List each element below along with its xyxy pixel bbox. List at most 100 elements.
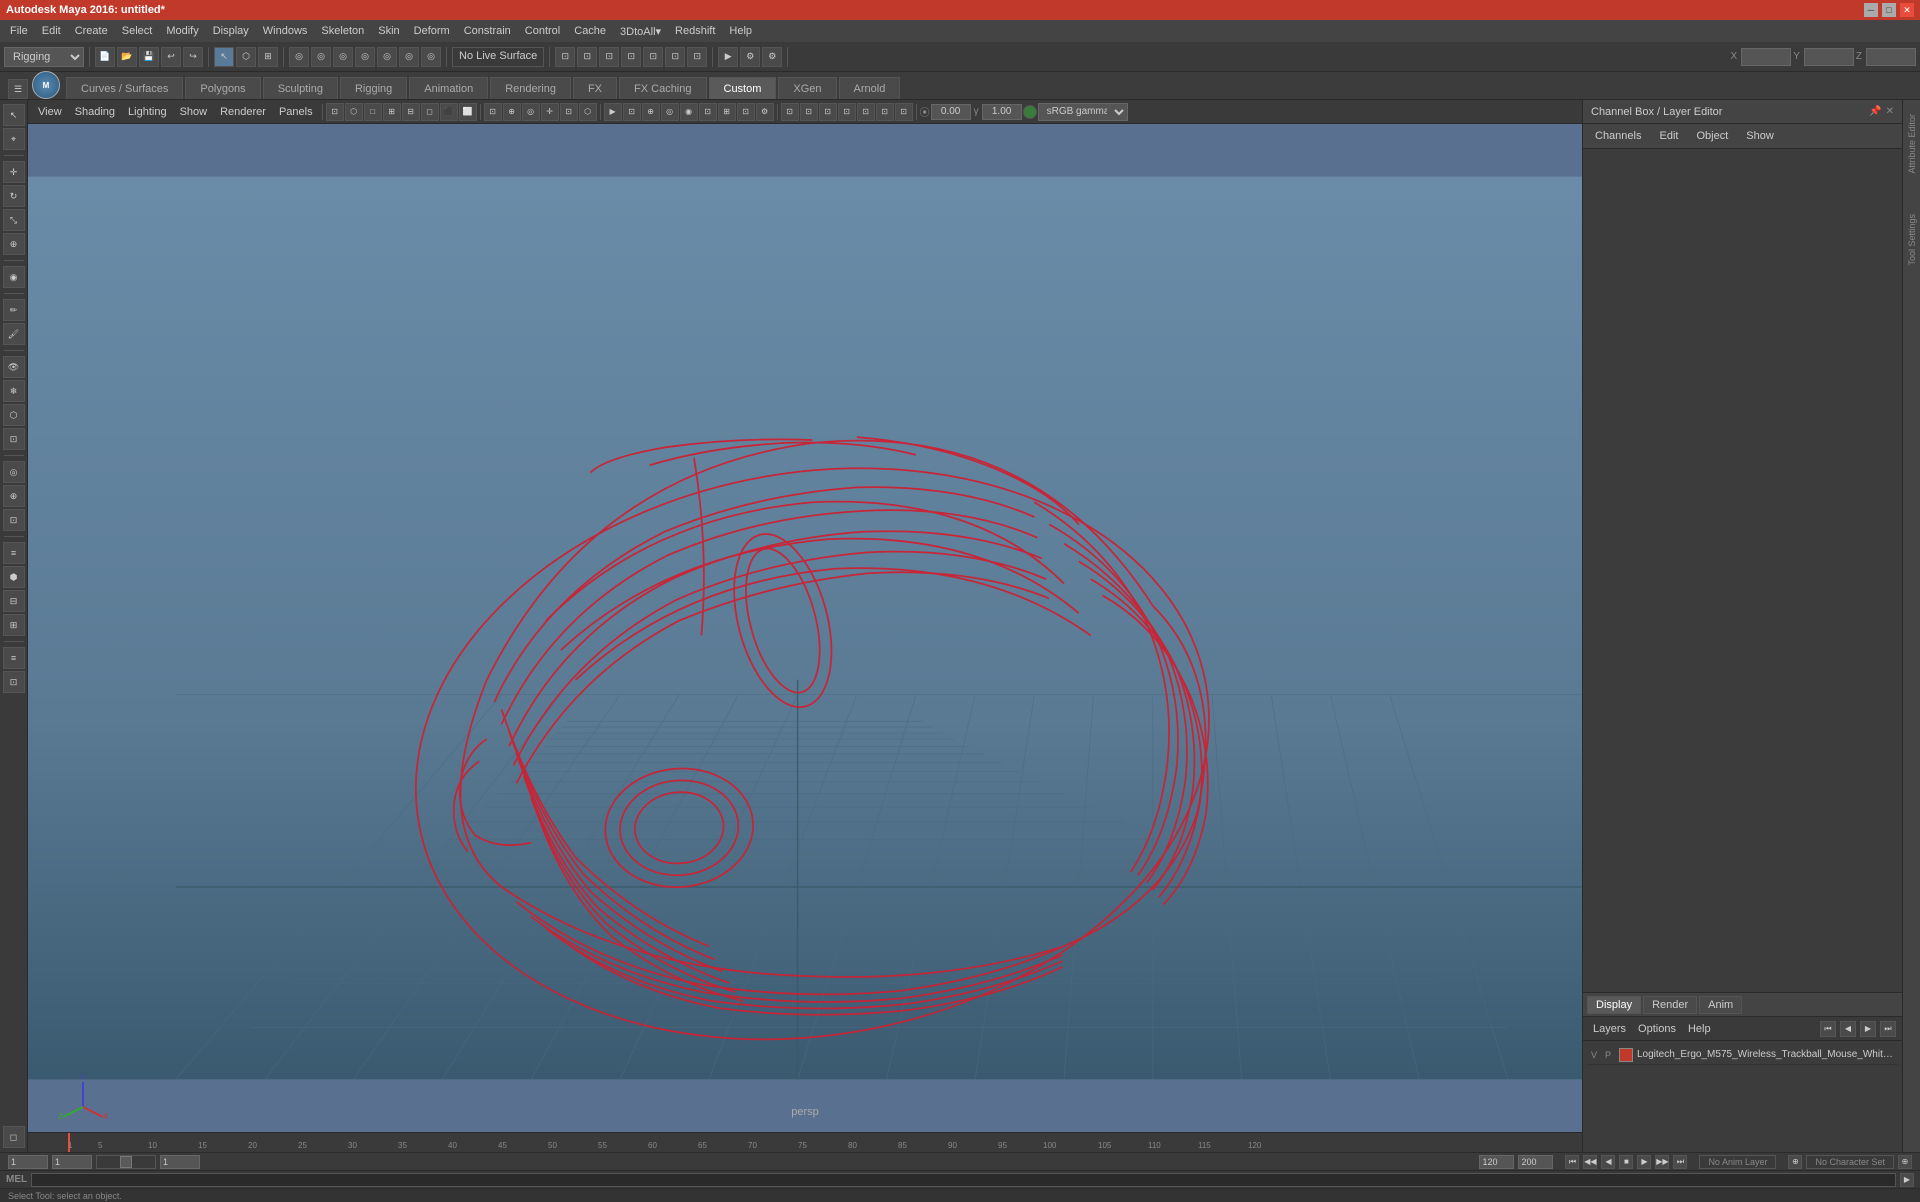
menu-redshift[interactable]: Redshift	[669, 23, 721, 39]
group-tool[interactable]: ⬡	[3, 404, 25, 426]
tab-arnold[interactable]: Arnold	[839, 77, 901, 99]
center-tool[interactable]: ⊡	[3, 509, 25, 531]
gamma-field[interactable]: 1.00	[982, 104, 1022, 120]
vp-btn20[interactable]: ⊡	[699, 103, 717, 121]
vp-btn22[interactable]: ⊡	[737, 103, 755, 121]
vp-menu-show[interactable]: Show	[174, 103, 214, 121]
vp-btn6[interactable]: ◻	[421, 103, 439, 121]
vp-menu-renderer[interactable]: Renderer	[214, 103, 272, 121]
le-nav-last[interactable]: ⏭	[1880, 1021, 1896, 1037]
range-end-field[interactable]: 200	[1518, 1155, 1553, 1169]
menu-select[interactable]: Select	[116, 23, 159, 39]
render-btn2[interactable]: ⚙	[740, 47, 760, 67]
tab-curves-surfaces[interactable]: Curves / Surfaces	[66, 77, 183, 99]
menu-display[interactable]: Display	[207, 23, 255, 39]
soft-select-tool[interactable]: ◉	[3, 266, 25, 288]
vp-btn13[interactable]: ⊡	[560, 103, 578, 121]
layers-tool[interactable]: ≡	[3, 542, 25, 564]
timeline[interactable]: 1 5 10 15 20 25 30 35 40 45 50 55 60 65 …	[28, 1132, 1582, 1152]
script-input[interactable]	[31, 1173, 1896, 1187]
paint-select-tool[interactable]: ⌖	[3, 128, 25, 150]
vp-btn25[interactable]: ⊡	[800, 103, 818, 121]
coord-y-field[interactable]	[1804, 48, 1854, 66]
pb-play-stop[interactable]: ■	[1619, 1155, 1633, 1169]
vp-menu-shading[interactable]: Shading	[69, 103, 121, 121]
pivot-tool[interactable]: ⊕	[3, 485, 25, 507]
new-scene-button[interactable]: 📄	[95, 47, 115, 67]
vp-btn1[interactable]: ⊡	[326, 103, 344, 121]
vp-btn27[interactable]: ⊡	[838, 103, 856, 121]
menu-edit[interactable]: Edit	[36, 23, 67, 39]
tool10[interactable]: ⊞	[3, 614, 25, 636]
select-tool-left[interactable]: ↖	[3, 104, 25, 126]
vp-btn26[interactable]: ⊡	[819, 103, 837, 121]
select-btn3[interactable]: ◎	[311, 47, 331, 67]
le-nav-next[interactable]: ▶	[1860, 1021, 1876, 1037]
menu-control[interactable]: Control	[519, 23, 566, 39]
vp-btn19[interactable]: ◉	[680, 103, 698, 121]
current-frame-field[interactable]: 1	[52, 1155, 92, 1169]
select-btn7[interactable]: ◎	[399, 47, 419, 67]
tab-fx[interactable]: FX	[573, 77, 617, 99]
set-pivot-tool[interactable]: ◎	[3, 461, 25, 483]
undo-button[interactable]: ↩	[161, 47, 181, 67]
vp-btn5[interactable]: ⊟	[402, 103, 420, 121]
menu-skeleton[interactable]: Skeleton	[315, 23, 370, 39]
tool-settings-label[interactable]: Tool Settings	[1907, 214, 1917, 266]
paint-tool[interactable]: 🖌	[3, 323, 25, 345]
vp-btn17[interactable]: ⊕	[642, 103, 660, 121]
vp-btn10[interactable]: ⊕	[503, 103, 521, 121]
start-frame-field[interactable]: 1	[8, 1155, 48, 1169]
tab-custom[interactable]: Custom	[709, 77, 777, 99]
vp-btn23[interactable]: ⚙	[756, 103, 774, 121]
vp-btn11[interactable]: ◎	[522, 103, 540, 121]
universal-tool[interactable]: ⊕	[3, 233, 25, 255]
redo-button[interactable]: ↪	[183, 47, 203, 67]
render-btn3[interactable]: ⚙	[762, 47, 782, 67]
menu-constrain[interactable]: Constrain	[458, 23, 517, 39]
vp-btn29[interactable]: ⊡	[876, 103, 894, 121]
anim-layer-btn[interactable]: ⊕	[1788, 1155, 1802, 1169]
attr-editor-label[interactable]: Attribute Editor	[1907, 114, 1917, 174]
maximize-button[interactable]: □	[1882, 3, 1896, 17]
transform-button[interactable]: ⊞	[258, 47, 278, 67]
le-menu-options[interactable]: Options	[1634, 1023, 1680, 1035]
vp-btn12[interactable]: ✛	[541, 103, 559, 121]
le-tab-anim[interactable]: Anim	[1699, 996, 1742, 1014]
snap-btn6[interactable]: ⊡	[665, 47, 685, 67]
cb-close-btn[interactable]: ✕	[1886, 106, 1894, 117]
vp-btn15[interactable]: ▶	[604, 103, 622, 121]
le-nav-first[interactable]: ⏮	[1820, 1021, 1836, 1037]
vp-btn21[interactable]: ⊞	[718, 103, 736, 121]
select-btn4[interactable]: ◎	[333, 47, 353, 67]
character-set-btn[interactable]: ⊕	[1898, 1155, 1912, 1169]
quick-layout-btn[interactable]: ◻	[3, 1126, 25, 1148]
cb-tab-object[interactable]: Object	[1688, 128, 1736, 144]
vp-btn14[interactable]: ⬡	[579, 103, 597, 121]
menu-deform[interactable]: Deform	[408, 23, 456, 39]
menu-file[interactable]: File	[4, 23, 34, 39]
menu-modify[interactable]: Modify	[160, 23, 204, 39]
coord-z-field[interactable]	[1866, 48, 1916, 66]
pb-play-fwd[interactable]: ▶	[1637, 1155, 1651, 1169]
select-btn5[interactable]: ◎	[355, 47, 375, 67]
freeze-tool[interactable]: ❄	[3, 380, 25, 402]
cb-pin-btn[interactable]: 📌	[1869, 106, 1881, 117]
tool9[interactable]: ⊟	[3, 590, 25, 612]
pb-play-back[interactable]: ◀	[1601, 1155, 1615, 1169]
select-tool-button[interactable]: ↖	[214, 47, 234, 67]
workspace-menu-btn[interactable]: ☰	[8, 79, 28, 99]
pb-step-back[interactable]: ◀◀	[1583, 1155, 1597, 1169]
menu-create[interactable]: Create	[69, 23, 114, 39]
move-tool[interactable]: ✛	[3, 161, 25, 183]
vp-btn7[interactable]: ⬛	[440, 103, 458, 121]
cb-tab-channels[interactable]: Channels	[1587, 128, 1649, 144]
snap-btn4[interactable]: ⊡	[621, 47, 641, 67]
cb-tab-edit[interactable]: Edit	[1651, 128, 1686, 144]
vp-btn30[interactable]: ⊡	[895, 103, 913, 121]
rotate-tool[interactable]: ↻	[3, 185, 25, 207]
pb-go-end[interactable]: ⏭	[1673, 1155, 1687, 1169]
tab-sculpting[interactable]: Sculpting	[263, 77, 338, 99]
le-menu-help[interactable]: Help	[1684, 1023, 1715, 1035]
tab-fx-caching[interactable]: FX Caching	[619, 77, 706, 99]
